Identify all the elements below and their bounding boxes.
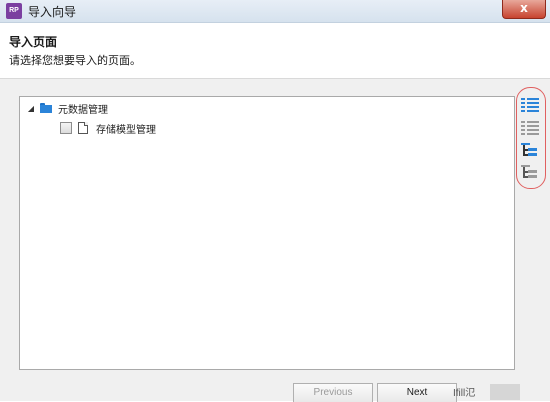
app-logo: RP — [6, 3, 22, 19]
close-button[interactable]: x — [502, 0, 546, 19]
page-icon — [78, 122, 88, 134]
page-subtitle: 请选择您想要导入的页面。 — [9, 54, 141, 67]
check-children-icon[interactable] — [521, 142, 539, 158]
expand-collapse-icon[interactable]: ◢ — [26, 103, 36, 113]
check-all-icon[interactable] — [521, 97, 539, 113]
watermark-text: Ifill氾 — [453, 388, 476, 399]
wizard-header: 导入页面 请选择您想要导入的页面。 — [0, 23, 550, 73]
tree-node-label: 元数据管理 — [58, 104, 108, 116]
title-bar: RP 导入向导 x — [0, 0, 550, 23]
next-button[interactable]: Next — [377, 383, 457, 402]
obscured-area — [490, 384, 520, 400]
tree-node-label: 存储模型管理 — [96, 124, 156, 136]
page-title: 导入页面 — [9, 35, 58, 49]
previous-button[interactable]: Previous — [293, 383, 373, 402]
page-tree[interactable]: ◢ 元数据管理 存储模型管理 — [19, 96, 515, 370]
uncheck-children-icon[interactable] — [521, 164, 539, 180]
page-checkbox[interactable] — [60, 122, 72, 134]
tree-node-child[interactable]: 存储模型管理 — [60, 119, 156, 137]
uncheck-all-icon[interactable] — [521, 120, 539, 136]
folder-icon — [40, 103, 52, 113]
window-title: 导入向导 — [28, 5, 77, 19]
tree-node-root[interactable]: ◢ 元数据管理 — [26, 99, 108, 117]
